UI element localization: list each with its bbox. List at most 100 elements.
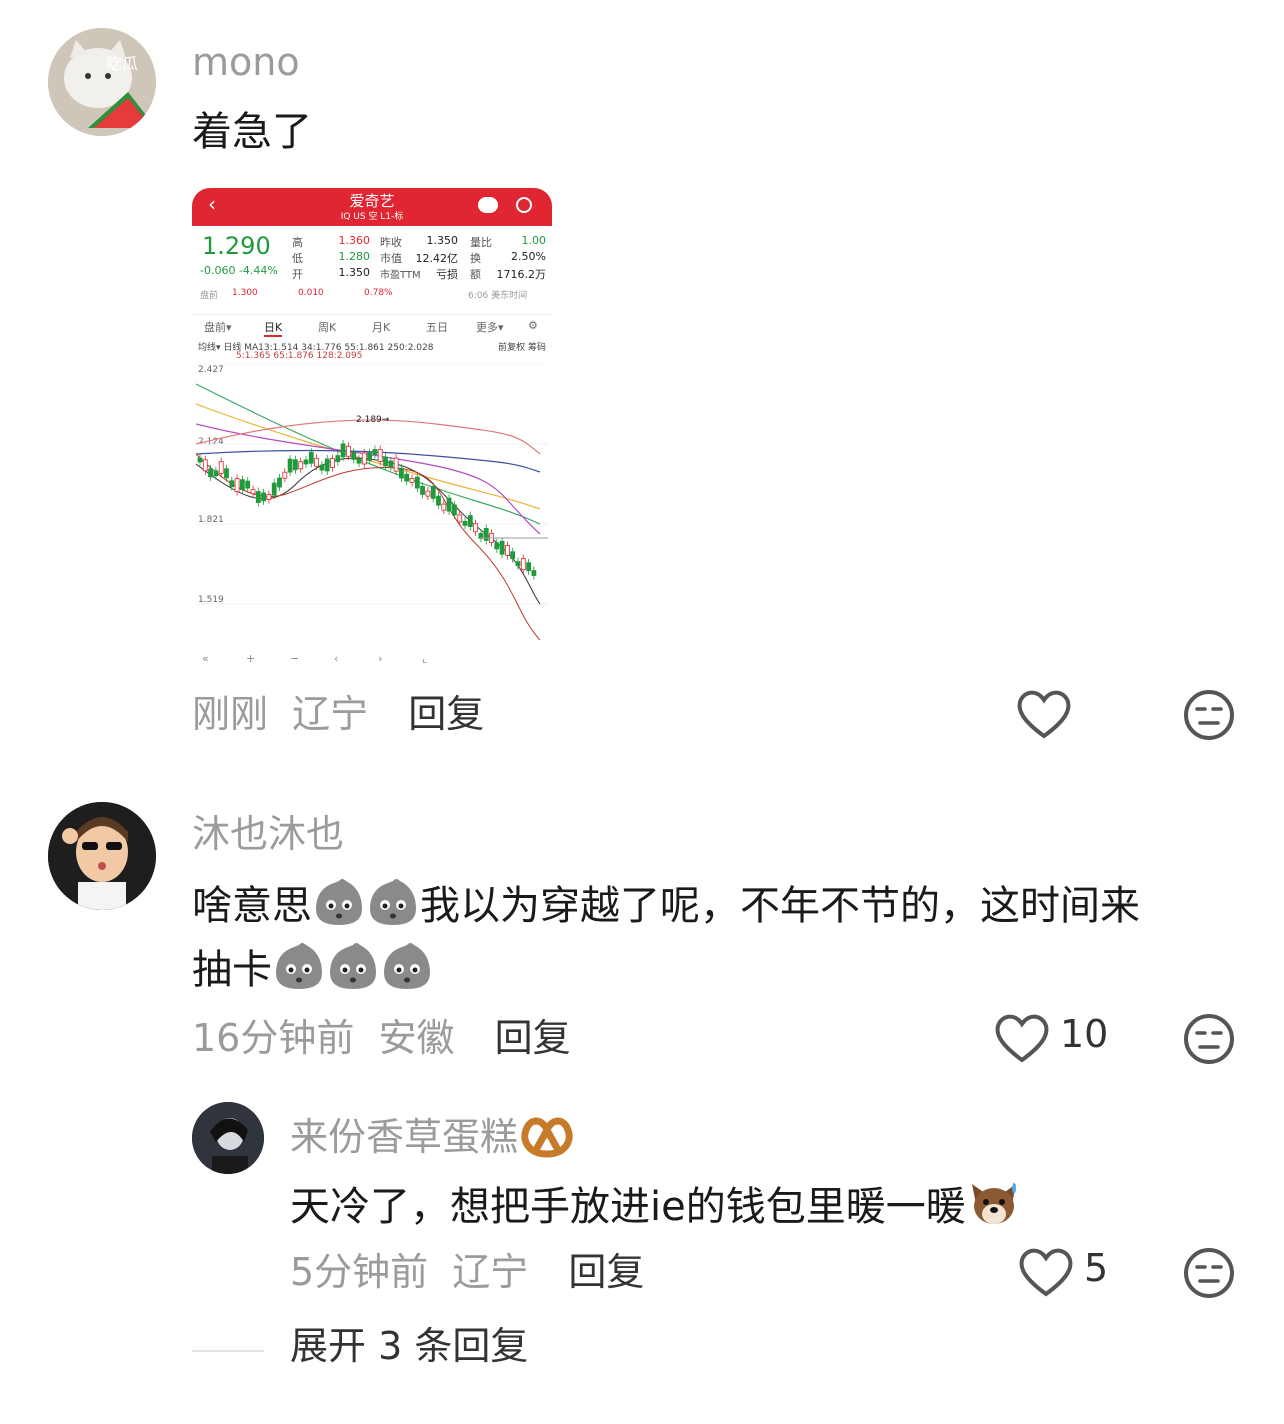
field-value: 1716.2万 bbox=[496, 268, 547, 281]
comment-meta: 5分钟前 辽宁 回复 bbox=[290, 1248, 644, 1296]
candle-body bbox=[436, 495, 441, 506]
candle-body bbox=[520, 558, 526, 571]
chart-tabs: 盘前▾ 日K 周K 月K 五日 更多▾ ⚙ bbox=[192, 314, 552, 337]
comment-time: 5分钟前 bbox=[290, 1250, 429, 1294]
stock-name: 爱奇艺 bbox=[349, 192, 395, 210]
tab-daily[interactable]: 日K bbox=[264, 319, 283, 337]
comment-location: 安徽 bbox=[378, 1016, 455, 1060]
reply-button[interactable]: 回复 bbox=[568, 1250, 644, 1294]
comment-text: 天冷了，想把手放进ie的钱包里暖一暖 bbox=[290, 1174, 1022, 1239]
axis-tick-label: 2.427 bbox=[198, 365, 224, 375]
girl-sunglasses-icon bbox=[48, 802, 156, 910]
tab-more[interactable]: 更多▾ bbox=[476, 319, 504, 335]
candle-body bbox=[425, 490, 431, 497]
heart-icon[interactable] bbox=[1016, 688, 1072, 740]
comment-time: 16分钟前 bbox=[192, 1016, 355, 1060]
candle-body bbox=[483, 528, 489, 541]
candle-body bbox=[261, 492, 266, 502]
candle-body bbox=[308, 451, 314, 464]
comment-text-part: 抽卡 bbox=[192, 947, 272, 993]
comment-location: 辽宁 bbox=[292, 692, 369, 736]
candle-body bbox=[383, 456, 388, 467]
candle-body bbox=[324, 458, 330, 472]
candle-body bbox=[372, 449, 378, 455]
username[interactable]: mono bbox=[192, 38, 300, 86]
candle-body bbox=[367, 452, 373, 461]
tab-premarket[interactable]: 盘前▾ bbox=[204, 319, 232, 335]
username[interactable]: 来份香草蛋糕 bbox=[290, 1110, 576, 1161]
tab-monthly[interactable]: 月K bbox=[372, 319, 390, 335]
heart-icon[interactable] bbox=[1018, 1246, 1074, 1298]
chart-control-icon: + bbox=[246, 652, 255, 664]
tab-weekly[interactable]: 周K bbox=[318, 319, 336, 335]
candle-body bbox=[224, 468, 229, 479]
comment-text-part: 天冷了，想把手放进ie的钱包里暖一暖 bbox=[290, 1184, 966, 1230]
premarket-label: 盘前 bbox=[200, 291, 219, 301]
heart-icon[interactable] bbox=[994, 1012, 1050, 1064]
comment-meta: 刚刚 辽宁 回复 bbox=[192, 690, 484, 738]
candle-body bbox=[499, 540, 505, 555]
chart-control-icon: ⌞ bbox=[422, 652, 427, 664]
stock-sub: IQ US 空 L1-标 bbox=[340, 212, 404, 222]
candle-body bbox=[467, 515, 473, 527]
peak-label: 2.189→ bbox=[356, 415, 390, 425]
candlestick-chart: 2.4272.1241.8211.5192.189→« + − ‹ › ⌞ bbox=[196, 364, 548, 664]
candle-body bbox=[314, 457, 319, 467]
expand-replies-button[interactable]: 展开 3 条回复 bbox=[290, 1322, 528, 1370]
settings-icon[interactable]: ⚙ bbox=[528, 319, 538, 332]
comment-time: 刚刚 bbox=[192, 692, 269, 736]
dislike-face-icon[interactable] bbox=[1182, 1246, 1236, 1300]
candle-body bbox=[282, 471, 288, 479]
chart-control-icon: ‹ bbox=[334, 652, 338, 664]
expand-divider bbox=[192, 1350, 264, 1352]
avatar[interactable] bbox=[48, 802, 156, 910]
candle-body bbox=[208, 468, 214, 478]
field-value: 12.42亿 bbox=[415, 252, 459, 265]
field-label: 市盈TTM bbox=[380, 270, 421, 281]
like-count: 10 bbox=[1060, 1012, 1109, 1056]
username[interactable]: 沐也沐也 bbox=[192, 810, 344, 858]
reply-button[interactable]: 回复 bbox=[495, 1016, 571, 1060]
rock-face-emoji-icon bbox=[276, 943, 322, 989]
candle-body bbox=[430, 486, 436, 499]
ma-right: 前复权 筹码 bbox=[498, 343, 546, 353]
candle-body bbox=[330, 458, 335, 468]
candle-body bbox=[361, 452, 367, 465]
search-icon bbox=[516, 197, 532, 213]
cat-watermelon-icon bbox=[48, 28, 156, 136]
rock-face-emoji-icon bbox=[330, 943, 376, 989]
avatar[interactable]: 吃瓜 bbox=[48, 28, 156, 136]
pretzel-emoji-icon bbox=[521, 1117, 573, 1158]
candle-body bbox=[287, 458, 293, 473]
candle-body bbox=[255, 491, 261, 503]
reply-button[interactable]: 回复 bbox=[408, 692, 484, 736]
chart-control-icon: › bbox=[378, 652, 382, 664]
stock-screenshot-image[interactable]: ‹ 爱奇艺 IQ US 空 L1-标 1.290 -0.060 -4.44% 高… bbox=[192, 188, 552, 670]
person-silhouette-icon bbox=[192, 1102, 264, 1174]
dislike-face-icon[interactable] bbox=[1182, 688, 1236, 742]
candle-body bbox=[526, 562, 532, 572]
candle-body bbox=[451, 504, 457, 516]
premarket-price: 1.300 bbox=[232, 288, 258, 298]
comment-text-part: 啥意思 bbox=[192, 883, 312, 929]
avatar[interactable] bbox=[192, 1102, 264, 1174]
candle-body bbox=[293, 459, 298, 471]
candle-body bbox=[245, 480, 251, 489]
candle-body bbox=[473, 523, 479, 533]
tab-fiveday[interactable]: 五日 bbox=[426, 319, 448, 335]
comment-location: 辽宁 bbox=[452, 1250, 529, 1294]
rock-face-emoji-icon bbox=[370, 879, 416, 925]
ma-line bbox=[196, 419, 541, 455]
dog-sweat-emoji-icon bbox=[971, 1182, 1016, 1224]
candle-body bbox=[398, 467, 404, 479]
field-label: 换 bbox=[470, 252, 481, 265]
robot-icon bbox=[478, 197, 498, 213]
field-label: 量比 bbox=[470, 236, 492, 249]
candle-body bbox=[377, 448, 383, 462]
dislike-face-icon[interactable] bbox=[1182, 1012, 1236, 1066]
field-value: 1.00 bbox=[521, 234, 547, 247]
candle-body bbox=[441, 503, 447, 511]
candle-body bbox=[202, 459, 208, 472]
candle-body bbox=[229, 480, 235, 488]
candle-body bbox=[197, 457, 203, 463]
